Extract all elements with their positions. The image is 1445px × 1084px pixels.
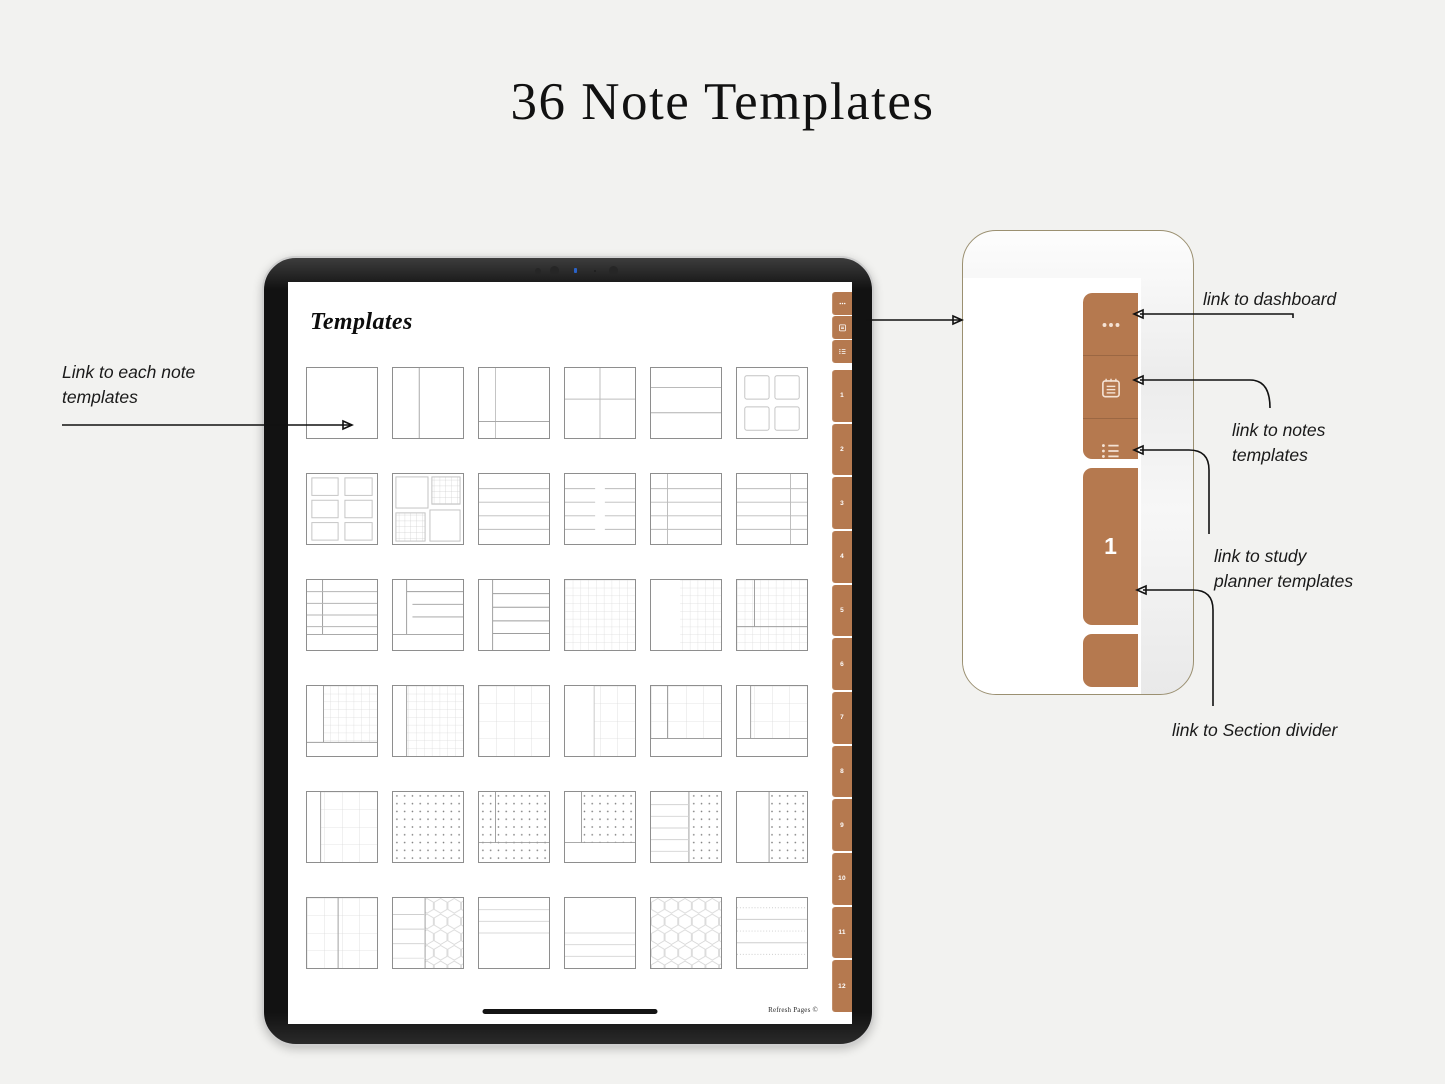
template-thumb-six-box-grid[interactable] bbox=[306, 473, 378, 545]
template-thumb-wide-ruled-lines[interactable] bbox=[478, 473, 550, 545]
template-thumb-column-large-grid[interactable] bbox=[736, 685, 808, 757]
template-thumb-full-fine-grid[interactable] bbox=[564, 579, 636, 651]
notepad-icon bbox=[838, 324, 846, 332]
template-thumb-ruled-with-left-column[interactable] bbox=[650, 473, 722, 545]
magnified-sidebar-callout: 1 bbox=[962, 230, 1194, 695]
magnified-tab-rail: 1 bbox=[1083, 293, 1138, 694]
template-thumb-blank-left-large-grid[interactable] bbox=[564, 685, 636, 757]
rail-tab-section-7[interactable]: 7 bbox=[832, 692, 852, 744]
template-thumb-full-dot-grid[interactable] bbox=[392, 791, 464, 863]
annotation-study-planner: link to study planner templates bbox=[1214, 546, 1354, 592]
template-thumb-dot-grid-right-footer[interactable] bbox=[564, 791, 636, 863]
rail-tab-dashboard[interactable] bbox=[832, 292, 852, 315]
magnified-tab-section-1[interactable]: 1 bbox=[1083, 467, 1138, 626]
magnified-tab-section-2[interactable] bbox=[1083, 634, 1138, 688]
template-thumb-sparse-ruled-top[interactable] bbox=[478, 897, 550, 969]
template-thumb-quadrant-four-box[interactable] bbox=[564, 367, 636, 439]
template-thumb-ruled-stepped-sidebar[interactable] bbox=[392, 579, 464, 651]
template-thumb-grid-column-footer[interactable] bbox=[650, 685, 722, 757]
template-thumb-blank-page[interactable] bbox=[306, 367, 378, 439]
rail-tab-section-9[interactable]: 9 bbox=[832, 799, 852, 852]
template-thumb-split-ruled-lines[interactable] bbox=[564, 473, 636, 545]
tablet-camera-dot bbox=[550, 266, 559, 275]
template-thumb-dotted-ruled-lines[interactable] bbox=[736, 897, 808, 969]
page-title: 36 Note Templates bbox=[510, 73, 935, 131]
template-thumb-full-hexagon-grid[interactable] bbox=[650, 897, 722, 969]
template-thumb-two-column-split[interactable] bbox=[392, 367, 464, 439]
rail-icon-group bbox=[832, 292, 852, 364]
screen-heading: Templates bbox=[310, 309, 413, 335]
tablet-device-mockup: Templates Refresh Pages © 1 2 3 4 5 6 7 … bbox=[262, 256, 874, 1046]
template-thumb-grid-right-with-footer[interactable] bbox=[306, 685, 378, 757]
rail-tab-section-2[interactable]: 2 bbox=[832, 423, 852, 476]
template-thumbnail-grid bbox=[306, 367, 816, 969]
tablet-indicator-dot bbox=[574, 268, 577, 273]
rail-tab-section-10[interactable]: 10 bbox=[832, 853, 852, 905]
rail-tab-section-1[interactable]: 1 bbox=[832, 370, 852, 422]
template-thumb-grid-two-column-wide[interactable] bbox=[306, 791, 378, 863]
magnified-tab-dashboard[interactable] bbox=[1083, 293, 1138, 356]
template-thumb-grid-two-column[interactable] bbox=[306, 897, 378, 969]
list-icon bbox=[838, 349, 845, 354]
magnified-tab-notes-templates[interactable] bbox=[1083, 356, 1138, 419]
leader-arrowhead bbox=[952, 314, 964, 326]
tablet-sensor-dot-small bbox=[594, 270, 596, 272]
template-thumb-mixed-grid-collage[interactable] bbox=[392, 473, 464, 545]
template-thumb-sparse-ruled-bottom[interactable] bbox=[564, 897, 636, 969]
annotation-dashboard: link to dashboard bbox=[1203, 289, 1337, 309]
template-thumb-ruled-with-right-column[interactable] bbox=[736, 473, 808, 545]
tablet-screen: Templates Refresh Pages © 1 2 3 4 5 6 7 … bbox=[288, 282, 852, 1024]
template-thumb-grid-with-footer-band[interactable] bbox=[736, 579, 808, 651]
tablet-camera-dot-2 bbox=[609, 266, 618, 275]
template-thumb-blank-left-dots-right[interactable] bbox=[736, 791, 808, 863]
template-thumb-four-rounded-boxes[interactable] bbox=[736, 367, 808, 439]
notepad-icon bbox=[1101, 378, 1120, 397]
annotation-left-note: Link to each note templates bbox=[62, 362, 196, 408]
footer-credit: Refresh Pages © bbox=[768, 1006, 818, 1014]
template-thumb-narrow-column-grid-right[interactable] bbox=[392, 685, 464, 757]
template-thumb-dot-grid-split-footer[interactable] bbox=[478, 791, 550, 863]
template-thumb-cornell-left-sidebar[interactable] bbox=[478, 367, 550, 439]
annotation-section-divider: link to Section divider bbox=[1172, 720, 1338, 740]
template-thumb-ruled-left-margin-footer[interactable] bbox=[306, 579, 378, 651]
magnified-tab-study-planner[interactable] bbox=[1083, 419, 1138, 459]
template-thumb-ruled-left-hexagon-right[interactable] bbox=[392, 897, 464, 969]
template-thumb-three-horizontal-bands[interactable] bbox=[650, 367, 722, 439]
list-icon bbox=[1101, 443, 1119, 458]
rail-tab-notes-templates[interactable] bbox=[832, 316, 852, 339]
template-thumb-large-grid-squares[interactable] bbox=[478, 685, 550, 757]
magnified-icon-group bbox=[1083, 293, 1138, 459]
template-thumb-narrow-left-column-ruled[interactable] bbox=[478, 579, 550, 651]
more-dots-icon bbox=[1102, 322, 1119, 327]
rail-tab-section-6[interactable]: 6 bbox=[832, 638, 852, 691]
rail-tab-section-4[interactable]: 4 bbox=[832, 531, 852, 583]
rail-tab-section-3[interactable]: 3 bbox=[832, 477, 852, 530]
rail-tab-section-11[interactable]: 11 bbox=[832, 906, 852, 959]
home-indicator bbox=[482, 1009, 658, 1014]
rail-tab-section-5[interactable]: 5 bbox=[832, 584, 852, 637]
side-tab-rail: 1 2 3 4 5 6 7 8 9 10 11 12 bbox=[832, 292, 852, 1014]
rail-tab-section-8[interactable]: 8 bbox=[832, 745, 852, 798]
template-thumb-blank-left-grid-right[interactable] bbox=[650, 579, 722, 651]
rail-tab-study-planner[interactable] bbox=[832, 340, 852, 363]
more-dots-icon bbox=[839, 302, 845, 305]
rail-tab-section-12[interactable]: 12 bbox=[832, 960, 852, 1013]
tablet-sensor-dot bbox=[535, 268, 541, 274]
annotation-notes-templates: link to notes templates bbox=[1232, 420, 1326, 466]
template-thumb-ruled-left-dots-right[interactable] bbox=[650, 791, 722, 863]
